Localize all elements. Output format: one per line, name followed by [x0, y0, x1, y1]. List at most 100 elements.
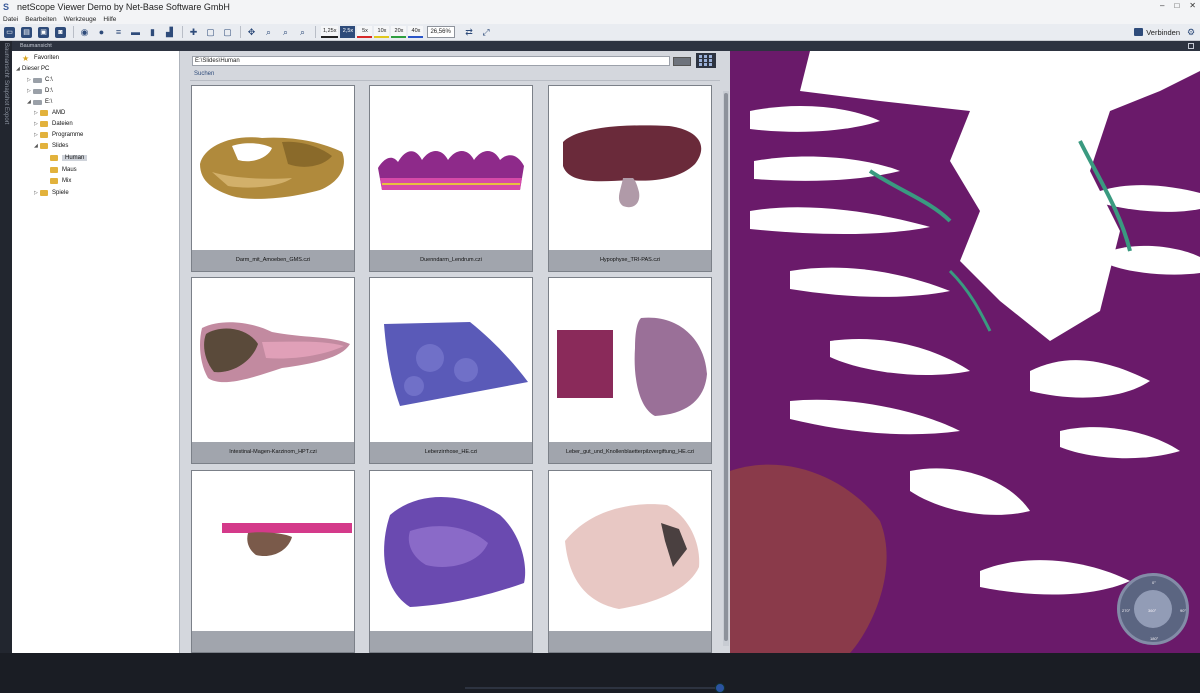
tree-item-mix[interactable]: Mix: [44, 176, 71, 186]
zoom-10x-button[interactable]: 10x: [374, 26, 390, 38]
compass-label-270: 270°: [1122, 608, 1131, 613]
slide-filename: Intestinal-Magen-Karzinom_HPT.czi: [192, 442, 354, 463]
tree-item-dieser-pc[interactable]: ◢ Dieser PC: [16, 64, 49, 74]
tree-item-programme[interactable]: ▷ Programme: [34, 130, 83, 140]
star-icon: ★: [22, 53, 30, 63]
side-tab-baumansicht[interactable]: Baumansicht: [3, 43, 9, 78]
tissue-image: [730, 51, 1200, 653]
menu-bearbeiten[interactable]: Bearbeiten: [25, 16, 56, 23]
tree-item-maus[interactable]: Maus: [44, 165, 77, 175]
slide-thumbnail[interactable]: [548, 470, 712, 653]
path-input[interactable]: E:\Slides\Human: [192, 56, 670, 66]
crosshair-icon[interactable]: ✚: [188, 27, 199, 38]
zoom-20x-button[interactable]: 20x: [391, 26, 407, 38]
slide-filename: [549, 631, 711, 652]
gallery-divider: [190, 80, 720, 81]
zoom-1-25x-button[interactable]: 1,25x: [321, 26, 339, 38]
slide-thumbnail[interactable]: Intestinal-Magen-Karzinom_HPT.czi: [191, 277, 355, 464]
zoom-40x-button[interactable]: 40x: [408, 26, 424, 38]
save-icon[interactable]: ▣: [38, 26, 49, 38]
slide-image: [192, 471, 354, 633]
folder-icon: [40, 110, 48, 116]
compass-label-360: 360°: [1148, 608, 1157, 613]
swap-arrows-icon[interactable]: ⇄: [463, 27, 474, 38]
tree-item-e-drive[interactable]: ◢ E:\: [27, 97, 52, 107]
zoom-5x-button[interactable]: 5x: [357, 26, 373, 38]
circle-icon[interactable]: ●: [96, 27, 107, 38]
slide-thumbnail[interactable]: Duenndarm_Lendrum.czi: [369, 85, 533, 272]
tree-item-d-drive[interactable]: ▷ D:\: [27, 86, 53, 96]
search-link[interactable]: Suchen: [194, 71, 214, 77]
minimize-button[interactable]: –: [1160, 1, 1164, 10]
slide-image: [370, 86, 532, 248]
slide-filename: Leberzirrhose_HE.czi: [370, 442, 532, 463]
slide-thumbnail[interactable]: [369, 470, 533, 653]
pan-icon[interactable]: ✥: [246, 27, 257, 38]
tree-item-human[interactable]: Human: [44, 153, 88, 163]
folder-icon: [50, 155, 58, 161]
eye-icon[interactable]: ◉: [79, 27, 90, 38]
maximize-button[interactable]: □: [1174, 1, 1179, 10]
close-button[interactable]: ✕: [1189, 1, 1196, 10]
tree-item-amd[interactable]: ▷ AMD: [34, 108, 65, 118]
frame-icon[interactable]: ▢: [222, 27, 233, 38]
toolbar: ▭ ▤ ▣ ◙ ◉ ● ≡ ▬ ▮ ▟ ✚ ▢ ▢ ✥ ⌕ ⌕ ⌕ 1,25x …: [0, 24, 1200, 41]
folder-icon: [40, 190, 48, 196]
slide-image: [370, 278, 532, 440]
menu-datei[interactable]: Datei: [3, 16, 18, 23]
zoom-2-5x-button[interactable]: 2,5x: [340, 26, 356, 38]
open-folder-icon[interactable]: ▭: [4, 26, 15, 38]
compass-label-0: 0°: [1152, 580, 1156, 585]
path-go-button[interactable]: [673, 57, 691, 66]
gallery-scrollbar-thumb[interactable]: [724, 93, 728, 641]
slide-thumbnail[interactable]: Leberzirrhose_HE.czi: [369, 277, 533, 464]
side-tab-export[interactable]: Export: [3, 107, 9, 124]
grid-view-icon[interactable]: [696, 53, 716, 68]
app-logo-icon: S: [3, 2, 10, 12]
tree-item-c-drive[interactable]: ▷ C:\: [27, 75, 53, 85]
menu-werkzeuge[interactable]: Werkzeuge: [64, 16, 97, 23]
drive-icon: [33, 88, 42, 94]
menu-hilfe[interactable]: Hilfe: [103, 16, 116, 23]
annotation-icon[interactable]: ▢: [205, 27, 216, 38]
slide-thumbnail[interactable]: [191, 470, 355, 653]
slide-filename: [370, 631, 532, 652]
ruler-icon[interactable]: ▬: [130, 27, 141, 38]
tree-item-favoriten[interactable]: ★ Favoriten: [22, 53, 59, 63]
title-bar: S netScope Viewer Demo by Net-Base Softw…: [0, 0, 1200, 14]
connect-button[interactable]: Verbinden: [1130, 26, 1184, 38]
slide-image: [192, 86, 354, 248]
camera-icon[interactable]: ◙: [55, 26, 66, 38]
bars-icon[interactable]: ▟: [164, 27, 175, 38]
slide-image: [370, 471, 532, 633]
viewer-options-icon[interactable]: [1188, 43, 1194, 49]
horizontal-slider-track[interactable]: [465, 687, 720, 689]
slide-filename: Darm_mit_Amoeben_GMS.czi: [192, 250, 354, 271]
zoom-fit-icon[interactable]: ⌕: [297, 27, 308, 38]
tree-item-dateien[interactable]: ▷ Dateien: [34, 119, 73, 129]
print-icon[interactable]: ▤: [21, 26, 32, 38]
slide-image: [549, 86, 711, 248]
tree-item-slides[interactable]: ◢ Slides: [34, 141, 68, 151]
slide-thumbnail[interactable]: Leber_gut_und_Knollenblaetterpilzvergift…: [548, 277, 712, 464]
layers-icon[interactable]: ≡: [113, 27, 124, 38]
folder-icon: [50, 167, 58, 173]
clipboard-icon[interactable]: ▮: [147, 27, 158, 38]
slide-viewer[interactable]: 0° 90° 180° 270° 360°: [730, 41, 1200, 653]
side-tab-snapshot[interactable]: Snapshot: [3, 80, 9, 105]
drive-icon: [33, 99, 42, 105]
zoom-out-icon[interactable]: ⌕: [280, 27, 291, 38]
fullscreen-icon[interactable]: ⤢: [480, 27, 491, 38]
zoom-in-icon[interactable]: ⌕: [263, 27, 274, 38]
slide-thumbnail[interactable]: Darm_mit_Amoeben_GMS.czi: [191, 85, 355, 272]
tree-item-spiele[interactable]: ▷ Spiele: [34, 188, 69, 198]
horizontal-slider-knob[interactable]: [715, 683, 725, 693]
rotation-compass[interactable]: 0° 90° 180° 270° 360°: [1117, 573, 1189, 645]
slide-thumbnail[interactable]: Hypophyse_TRI-PAS.czi: [548, 85, 712, 272]
folder-icon: [40, 132, 48, 138]
folder-icon: [50, 178, 58, 184]
compass-label-180: 180°: [1150, 636, 1159, 641]
settings-gear-icon[interactable]: ⚙: [1187, 27, 1197, 37]
zoom-value-input[interactable]: 26,56%: [427, 26, 456, 38]
folder-tree: ★ Favoriten ◢ Dieser PC ▷ C:\ ▷ D:\ ◢ E:…: [12, 51, 180, 653]
